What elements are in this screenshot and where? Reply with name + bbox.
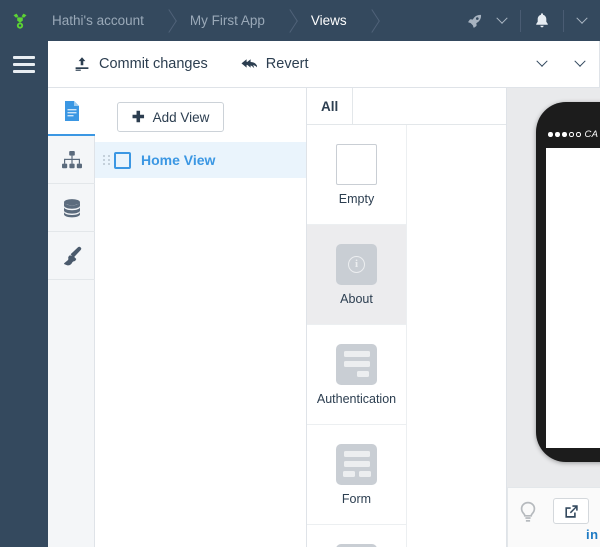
template-label: Authentication: [316, 391, 397, 406]
chevron-down-icon: [536, 55, 548, 67]
top-bar-actions: [460, 0, 600, 41]
user-menu-button[interactable]: [570, 0, 594, 41]
breadcrumb-separator-icon: [160, 0, 178, 41]
preview-link-text[interactable]: in: [586, 527, 599, 542]
rail-item-sitemap[interactable]: [48, 136, 95, 184]
templates-tab-bar: All: [307, 87, 506, 125]
chevron-down-icon: [576, 12, 588, 24]
drag-handle-icon[interactable]: [101, 151, 111, 169]
database-icon: [63, 198, 80, 217]
info-template-icon: i: [336, 243, 377, 285]
phone-mockup: CA: [536, 102, 600, 462]
page-document-icon: [64, 101, 79, 121]
empty-template-icon: [336, 143, 377, 185]
paintbrush-icon: [63, 246, 81, 265]
template-tile-form[interactable]: Form: [307, 425, 407, 525]
phone-status-bar: CA: [548, 129, 598, 140]
add-view-button[interactable]: ✚ Add View: [117, 102, 225, 132]
rocket-dropdown-button[interactable]: [490, 0, 514, 41]
section-icon-rail: [48, 88, 95, 547]
template-tile-data-list[interactable]: Data List: [307, 525, 407, 547]
breadcrumb: Hathi's account My First App Views: [40, 0, 381, 41]
rail-item-theme[interactable]: [48, 232, 95, 280]
revert-label: Revert: [265, 56, 309, 72]
rocket-button[interactable]: [460, 0, 490, 41]
external-link-icon: [564, 504, 578, 518]
templates-panel: All Empty i About Authentication Form: [307, 87, 507, 547]
breadcrumb-item-app[interactable]: My First App: [178, 0, 281, 41]
view-list-item-home[interactable]: Home View: [95, 142, 306, 178]
plus-icon: ✚: [132, 108, 145, 126]
sitemap-icon: [61, 150, 82, 168]
info-glyph: i: [348, 255, 365, 273]
toolbar-right-actions: [523, 40, 600, 88]
hamburger-menu-icon[interactable]: [13, 56, 35, 73]
view-square-icon: [114, 151, 131, 169]
toolbar-dropdown-one[interactable]: [523, 41, 561, 88]
template-label: Form: [341, 491, 372, 506]
lightbulb-icon: [520, 501, 536, 522]
datalist-template-icon: [336, 543, 377, 547]
commit-changes-button[interactable]: Commit changes: [48, 41, 224, 88]
divider: [520, 9, 521, 32]
chevron-down-icon: [496, 12, 508, 24]
template-tile-authentication[interactable]: Authentication: [307, 325, 407, 425]
rail-item-pages[interactable]: [48, 88, 95, 136]
breadcrumb-item-account[interactable]: Hathi's account: [40, 0, 160, 41]
form-template-icon: [336, 443, 377, 485]
phone-screen[interactable]: [546, 148, 600, 448]
tab-all[interactable]: All: [307, 87, 354, 125]
views-list-panel: ✚ Add View Home View: [95, 88, 307, 547]
upload-icon: [75, 57, 89, 71]
toolbar-dropdown-two[interactable]: [561, 41, 599, 88]
view-list-item-label: Home View: [141, 152, 216, 168]
add-view-label: Add View: [152, 109, 210, 125]
chevron-down-icon: [574, 55, 586, 67]
undo-arrow-icon: [241, 59, 257, 69]
template-label: Empty: [338, 191, 375, 206]
rail-item-data[interactable]: [48, 184, 95, 232]
hint-button[interactable]: [519, 501, 537, 530]
breadcrumb-separator-icon: [363, 0, 381, 41]
top-bar: Hathi's account My First App Views: [0, 0, 600, 41]
brand-logo-icon: [13, 13, 27, 29]
breadcrumb-separator-icon: [281, 0, 299, 41]
open-external-button[interactable]: [553, 498, 589, 524]
bell-icon: [536, 13, 548, 28]
global-nav-rail: [0, 41, 48, 547]
auth-template-icon: [336, 343, 377, 385]
templates-grid: Empty i About Authentication Form: [307, 125, 506, 547]
add-view-wrapper: ✚ Add View: [95, 88, 306, 142]
revert-button[interactable]: Revert: [224, 41, 325, 88]
breadcrumb-item-views[interactable]: Views: [299, 0, 363, 41]
rocket-icon: [468, 14, 482, 28]
signal-strength-icon: [548, 132, 581, 137]
app-root: Hathi's account My First App Views Commi…: [0, 0, 600, 547]
template-label: About: [340, 291, 373, 306]
template-tile-empty[interactable]: Empty: [307, 125, 407, 225]
carrier-label: CA: [584, 129, 599, 140]
device-preview-panel: CA: [507, 88, 600, 487]
template-tile-about[interactable]: i About: [307, 225, 407, 325]
commit-changes-label: Commit changes: [99, 56, 208, 72]
preview-footer: in: [507, 487, 600, 547]
brand-logo[interactable]: [0, 0, 40, 41]
notifications-button[interactable]: [527, 0, 557, 41]
divider: [563, 9, 564, 32]
editor-toolbar: Commit changes Revert: [48, 40, 600, 88]
